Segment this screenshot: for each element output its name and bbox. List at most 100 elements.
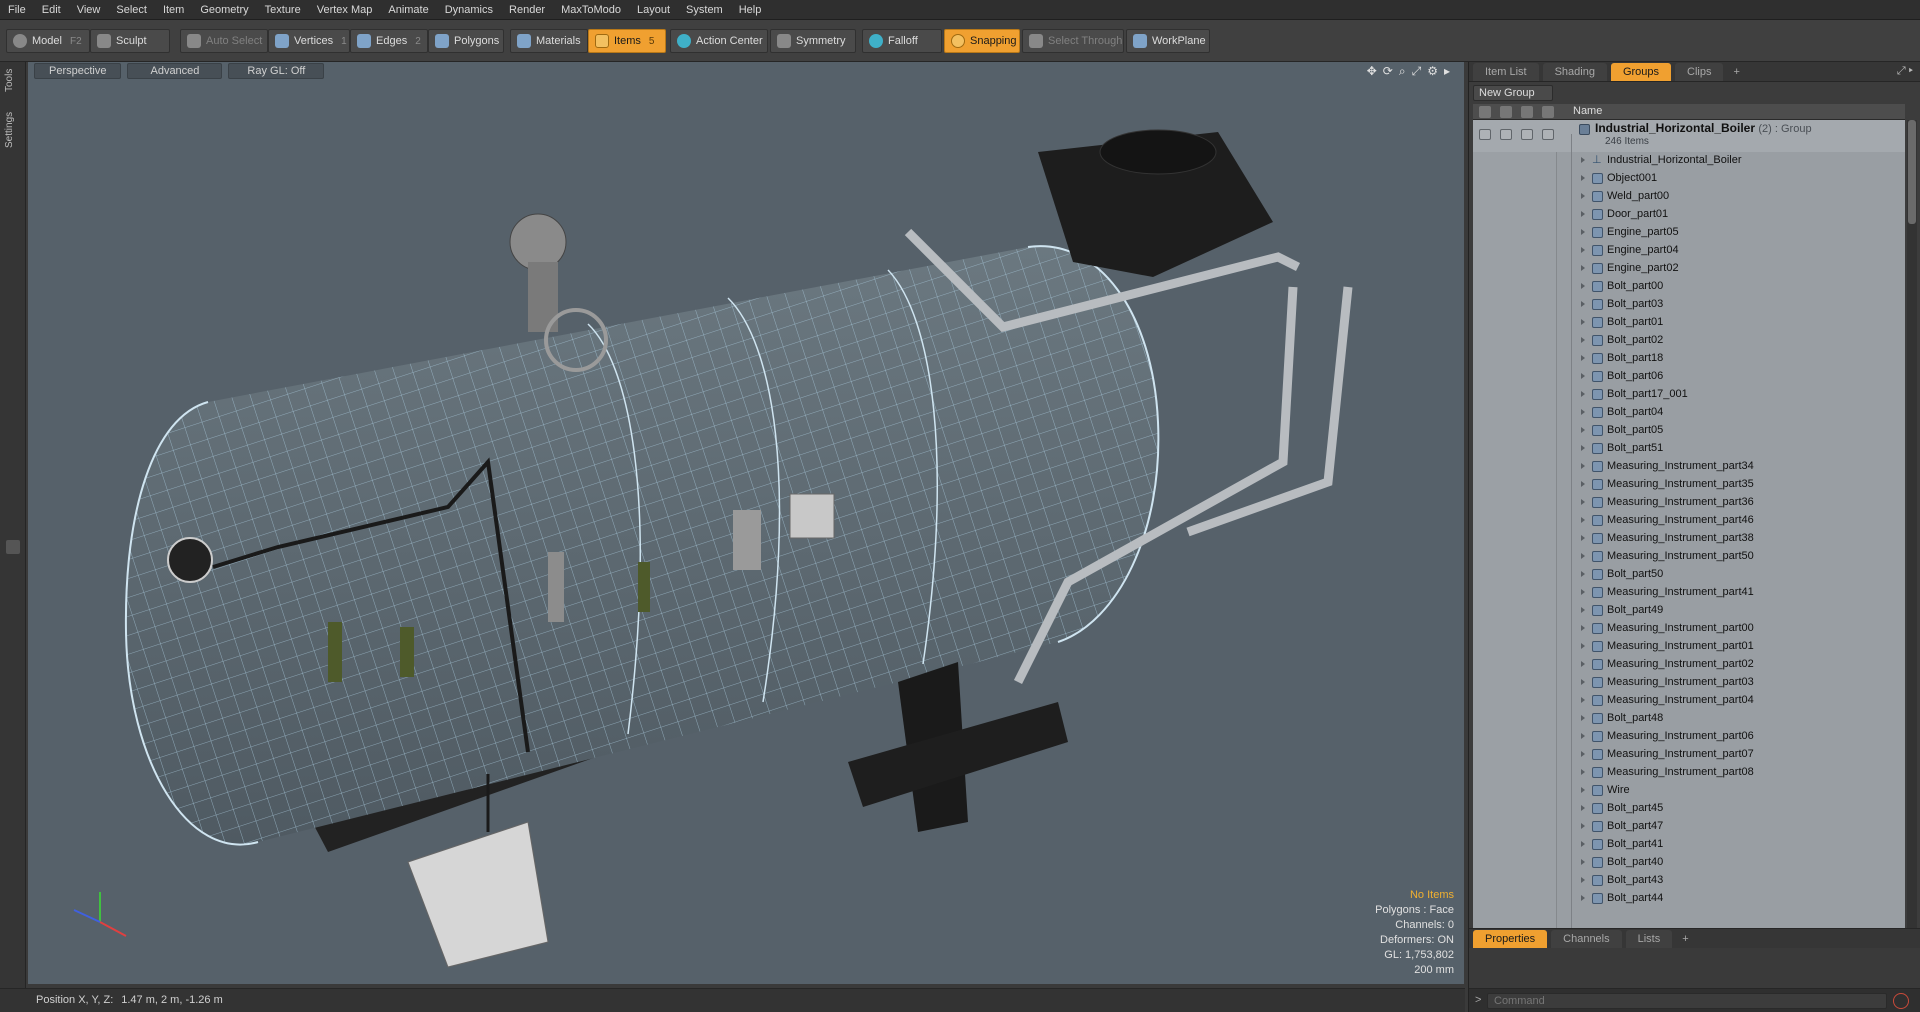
panel-collapse-handle[interactable]	[6, 540, 20, 554]
action-center-button[interactable]: Action Center	[670, 29, 768, 53]
menu-layout[interactable]: Layout	[629, 0, 678, 20]
expand-icon[interactable]	[1581, 607, 1585, 613]
eye-icon[interactable]	[1479, 106, 1491, 118]
expand-icon[interactable]	[1581, 283, 1585, 289]
falloff-button[interactable]: Falloff	[862, 29, 942, 53]
expand-icon[interactable]	[1581, 391, 1585, 397]
scrollbar-thumb[interactable]	[1908, 120, 1916, 224]
menu-animate[interactable]: Animate	[380, 0, 436, 20]
list-item[interactable]: Bolt_part05	[1473, 422, 1905, 440]
menu-geometry[interactable]: Geometry	[192, 0, 256, 20]
list-item[interactable]: Bolt_part50	[1473, 566, 1905, 584]
auto-select-button[interactable]: Auto Select	[180, 29, 268, 53]
menu-dynamics[interactable]: Dynamics	[437, 0, 501, 20]
list-item[interactable]: Bolt_part01	[1473, 314, 1905, 332]
list-item[interactable]: Measuring_Instrument_part02	[1473, 656, 1905, 674]
sculpt-button[interactable]: Sculpt	[90, 29, 170, 53]
panel-expand-icon[interactable]: ⤢ ▸	[1897, 65, 1913, 78]
viewport-advanced-dropdown[interactable]: Advanced	[127, 63, 223, 79]
expand-icon[interactable]	[1581, 643, 1585, 649]
fit-icon[interactable]: ⤢	[1412, 64, 1422, 79]
menu-texture[interactable]: Texture	[257, 0, 309, 20]
expand-icon[interactable]	[1581, 841, 1585, 847]
command-history-icon[interactable]	[1893, 993, 1909, 1009]
expand-icon[interactable]	[1581, 445, 1585, 451]
list-item[interactable]: Weld_part00	[1473, 188, 1905, 206]
tab-clips[interactable]: Clips	[1675, 63, 1724, 81]
list-item[interactable]: Measuring_Instrument_part01	[1473, 638, 1905, 656]
tab-item-list[interactable]: Item List	[1473, 63, 1539, 81]
expand-icon[interactable]	[1581, 301, 1585, 307]
list-item[interactable]: Measuring_Instrument_part08	[1473, 764, 1905, 782]
list-item[interactable]: Bolt_part06	[1473, 368, 1905, 386]
list-item[interactable]: Bolt_part40	[1473, 854, 1905, 872]
list-item[interactable]: Measuring_Instrument_part50	[1473, 548, 1905, 566]
items-button[interactable]: Items 5	[588, 29, 666, 53]
tab-groups[interactable]: Groups	[1610, 63, 1672, 81]
vertices-button[interactable]: Vertices 1	[268, 29, 350, 53]
list-item[interactable]: Measuring_Instrument_part00	[1473, 620, 1905, 638]
expand-icon[interactable]	[1581, 895, 1585, 901]
list-item[interactable]: Measuring_Instrument_part41	[1473, 584, 1905, 602]
expand-icon[interactable]	[1581, 571, 1585, 577]
menu-edit[interactable]: Edit	[34, 0, 69, 20]
list-item[interactable]: Measuring_Instrument_part35	[1473, 476, 1905, 494]
menu-maxtomodo[interactable]: MaxToModo	[553, 0, 629, 20]
tab-channels[interactable]: Channels	[1551, 930, 1622, 948]
tab-shading[interactable]: Shading	[1542, 63, 1607, 81]
menu-help[interactable]: Help	[731, 0, 770, 20]
expand-icon[interactable]	[1581, 463, 1585, 469]
list-scrollbar[interactable]	[1907, 120, 1917, 982]
arrow-right-icon[interactable]: ▸	[1444, 64, 1450, 79]
menu-view[interactable]: View	[69, 0, 109, 20]
polygons-button[interactable]: Polygons	[428, 29, 504, 53]
list-item[interactable]: Measuring_Instrument_part38	[1473, 530, 1905, 548]
expand-icon[interactable]	[1581, 355, 1585, 361]
expand-icon[interactable]	[1581, 805, 1585, 811]
menu-item[interactable]: Item	[155, 0, 192, 20]
expand-icon[interactable]	[1581, 553, 1585, 559]
expand-icon[interactable]	[1581, 229, 1585, 235]
rotate-icon[interactable]: ⟳	[1383, 64, 1393, 79]
expand-icon[interactable]	[1581, 751, 1585, 757]
expand-icon[interactable]	[1581, 157, 1585, 163]
view-perspective-dropdown[interactable]: Perspective	[34, 63, 122, 79]
expand-icon[interactable]	[1581, 697, 1585, 703]
gear-icon[interactable]: ⚙	[1427, 64, 1438, 79]
edges-button[interactable]: Edges 2	[350, 29, 428, 53]
list-item[interactable]: Object001	[1473, 170, 1905, 188]
name-column-header[interactable]: Name	[1573, 105, 1602, 117]
tab-lists[interactable]: Lists	[1625, 930, 1673, 948]
list-item[interactable]: Wire	[1473, 782, 1905, 800]
expand-icon[interactable]	[1581, 175, 1585, 181]
expand-icon[interactable]	[1581, 625, 1585, 631]
list-item[interactable]: Engine_part04	[1473, 242, 1905, 260]
expand-icon[interactable]	[1581, 715, 1585, 721]
add-tab-icon[interactable]: +	[1727, 63, 1745, 81]
expand-icon[interactable]	[1581, 319, 1585, 325]
select-toggle[interactable]	[1542, 129, 1554, 140]
expand-icon[interactable]	[1581, 679, 1585, 685]
select-through-button[interactable]: Select Through	[1022, 29, 1124, 53]
list-item[interactable]: Bolt_part00	[1473, 278, 1905, 296]
menu-vertex-map[interactable]: Vertex Map	[309, 0, 381, 20]
pan-icon[interactable]: ✥	[1367, 64, 1377, 79]
list-item[interactable]: Bolt_part04	[1473, 404, 1905, 422]
expand-icon[interactable]	[1581, 337, 1585, 343]
list-item[interactable]: Bolt_part18	[1473, 350, 1905, 368]
list-item[interactable]: Measuring_Instrument_part36	[1473, 494, 1905, 512]
list-item[interactable]: Measuring_Instrument_part06	[1473, 728, 1905, 746]
expand-icon[interactable]	[1581, 661, 1585, 667]
expand-icon[interactable]	[1581, 769, 1585, 775]
expand-icon[interactable]	[1581, 481, 1585, 487]
expand-icon[interactable]	[1581, 787, 1585, 793]
expand-icon[interactable]	[1581, 247, 1585, 253]
menu-select[interactable]: Select	[108, 0, 155, 20]
expand-icon[interactable]	[1581, 517, 1585, 523]
list-item[interactable]: Measuring_Instrument_part34	[1473, 458, 1905, 476]
symmetry-button[interactable]: Symmetry	[770, 29, 856, 53]
expand-icon[interactable]	[1581, 193, 1585, 199]
expand-icon[interactable]	[1581, 427, 1585, 433]
list-item[interactable]: Engine_part05	[1473, 224, 1905, 242]
lock-toggle[interactable]	[1521, 129, 1533, 140]
